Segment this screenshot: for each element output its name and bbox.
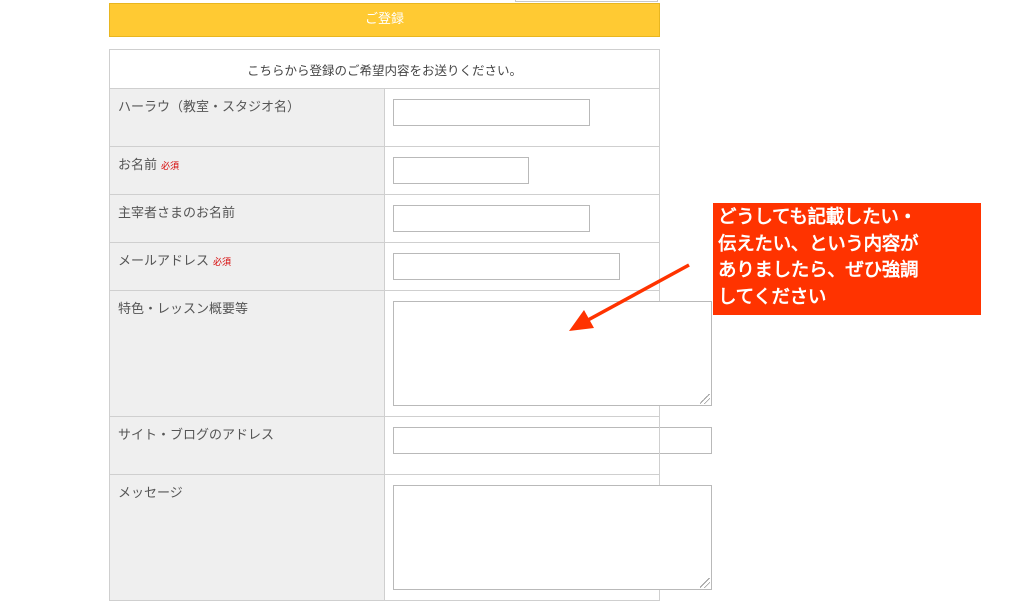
form-row-message: メッセージ [109, 474, 712, 601]
email-input[interactable] [393, 253, 620, 280]
form-intro: こちらから登録のご希望内容をお送りください。 [109, 49, 660, 89]
organizer-name-input[interactable] [393, 205, 590, 232]
required-badge: 必須 [213, 258, 232, 268]
callout-line: ありましたら、ぜひ強調 [718, 260, 919, 281]
features-textarea[interactable] [393, 301, 712, 406]
required-badge: 必須 [161, 162, 180, 172]
message-textarea-wrap [393, 485, 712, 590]
form-row-email: メールアドレス 必須 [109, 242, 660, 291]
form-row-site: サイト・ブログのアドレス [109, 416, 712, 475]
site-url-input[interactable] [393, 427, 712, 454]
form-row-harau: ハーラウ（教室・スタジオ名） [109, 88, 660, 147]
field-label-message: メッセージ [109, 474, 385, 601]
annotation-callout: どうしても記載したい・ 伝えたい、という内容が ありましたら、ぜひ強調 してくだ… [713, 203, 981, 315]
header-title: ご登録 [364, 12, 404, 27]
field-label-text: お名前 [118, 158, 158, 173]
intro-row: こちらから登録のご希望内容をお送りください。 [109, 49, 660, 89]
field-label-organizer: 主宰者さまのお名前 [109, 194, 385, 243]
form-row-organizer: 主宰者さまのお名前 [109, 194, 660, 243]
resize-grip-icon[interactable] [700, 578, 710, 588]
field-label-text: 主宰者さまのお名前 [118, 206, 236, 221]
form-row-name: お名前 必須 [109, 146, 660, 195]
name-input[interactable] [393, 157, 529, 184]
resize-grip-icon[interactable] [700, 394, 710, 404]
field-label-features: 特色・レッスン概要等 [109, 290, 385, 417]
callout-line: してください [718, 286, 827, 308]
field-label-site: サイト・ブログのアドレス [109, 416, 385, 475]
message-textarea[interactable] [393, 485, 712, 590]
callout-line: どうしても記載したい・ [718, 207, 917, 228]
registration-header: ご登録 [109, 3, 660, 37]
field-label-text: サイト・ブログのアドレス [118, 428, 275, 443]
field-label-text: ハーラウ（教室・スタジオ名） [118, 100, 301, 115]
field-label-text: 特色・レッスン概要等 [118, 302, 249, 317]
field-label-email: メールアドレス 必須 [109, 242, 385, 291]
field-label-text: メールアドレス [118, 254, 210, 269]
field-label-text: メッセージ [118, 486, 183, 501]
harau-name-input[interactable] [393, 99, 590, 126]
field-label-harau: ハーラウ（教室・スタジオ名） [109, 88, 385, 147]
features-textarea-wrap [393, 301, 712, 406]
callout-line: 伝えたい、という内容が [718, 233, 919, 255]
partial-input-edge [515, 0, 658, 2]
field-label-name: お名前 必須 [109, 146, 385, 195]
registration-form: こちらから登録のご希望内容をお送りください。 ハーラウ（教室・スタジオ名） お名… [109, 49, 712, 601]
form-row-features: 特色・レッスン概要等 [109, 290, 712, 417]
